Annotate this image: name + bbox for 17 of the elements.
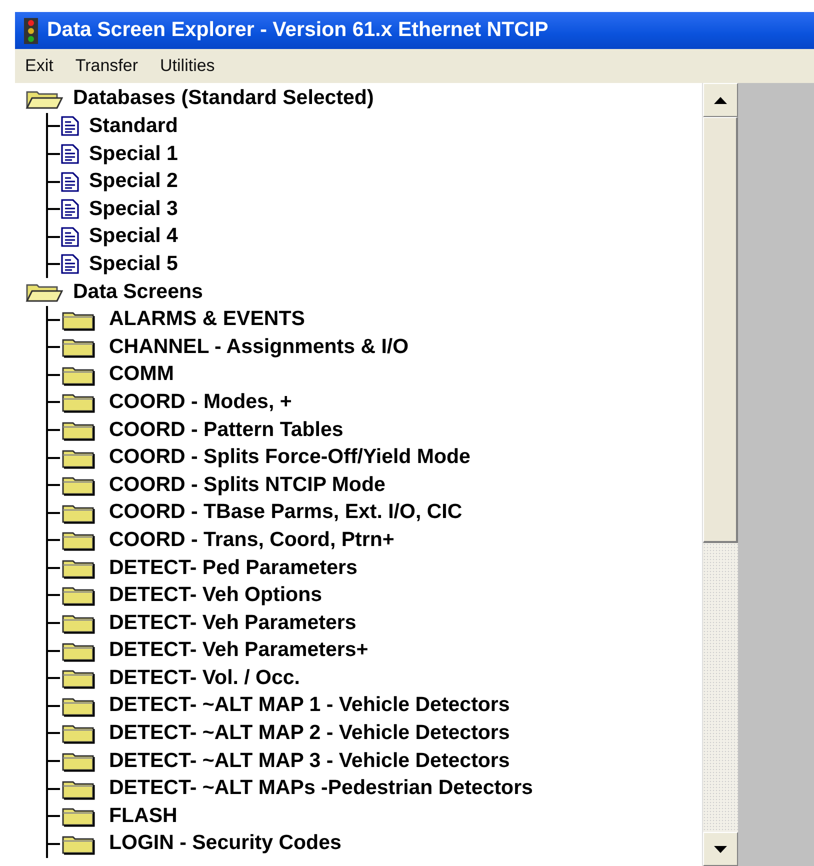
scroll-down-button[interactable]: [703, 832, 738, 866]
document-icon: [61, 116, 79, 136]
document-icon: [61, 199, 79, 220]
scroll-thumb[interactable]: [703, 117, 738, 543]
scrollbar[interactable]: [702, 83, 738, 866]
document-icon: [61, 254, 79, 274]
down-arrow-icon: [714, 846, 727, 852]
menu-item[interactable]: Exit: [25, 53, 54, 79]
document-icon: [61, 172, 79, 192]
window-title: Data Screen Explorer - Version 61.x Ethernet NTCIP: [47, 17, 548, 44]
scroll-up-button[interactable]: [703, 83, 738, 117]
up-arrow-icon: [714, 96, 727, 104]
menu-item[interactable]: Utilities: [160, 53, 215, 79]
menu-item[interactable]: Transfer: [75, 53, 138, 79]
traffic-light-icon: [23, 18, 39, 44]
document-icon: [61, 226, 79, 247]
document-icon: [61, 144, 79, 164]
